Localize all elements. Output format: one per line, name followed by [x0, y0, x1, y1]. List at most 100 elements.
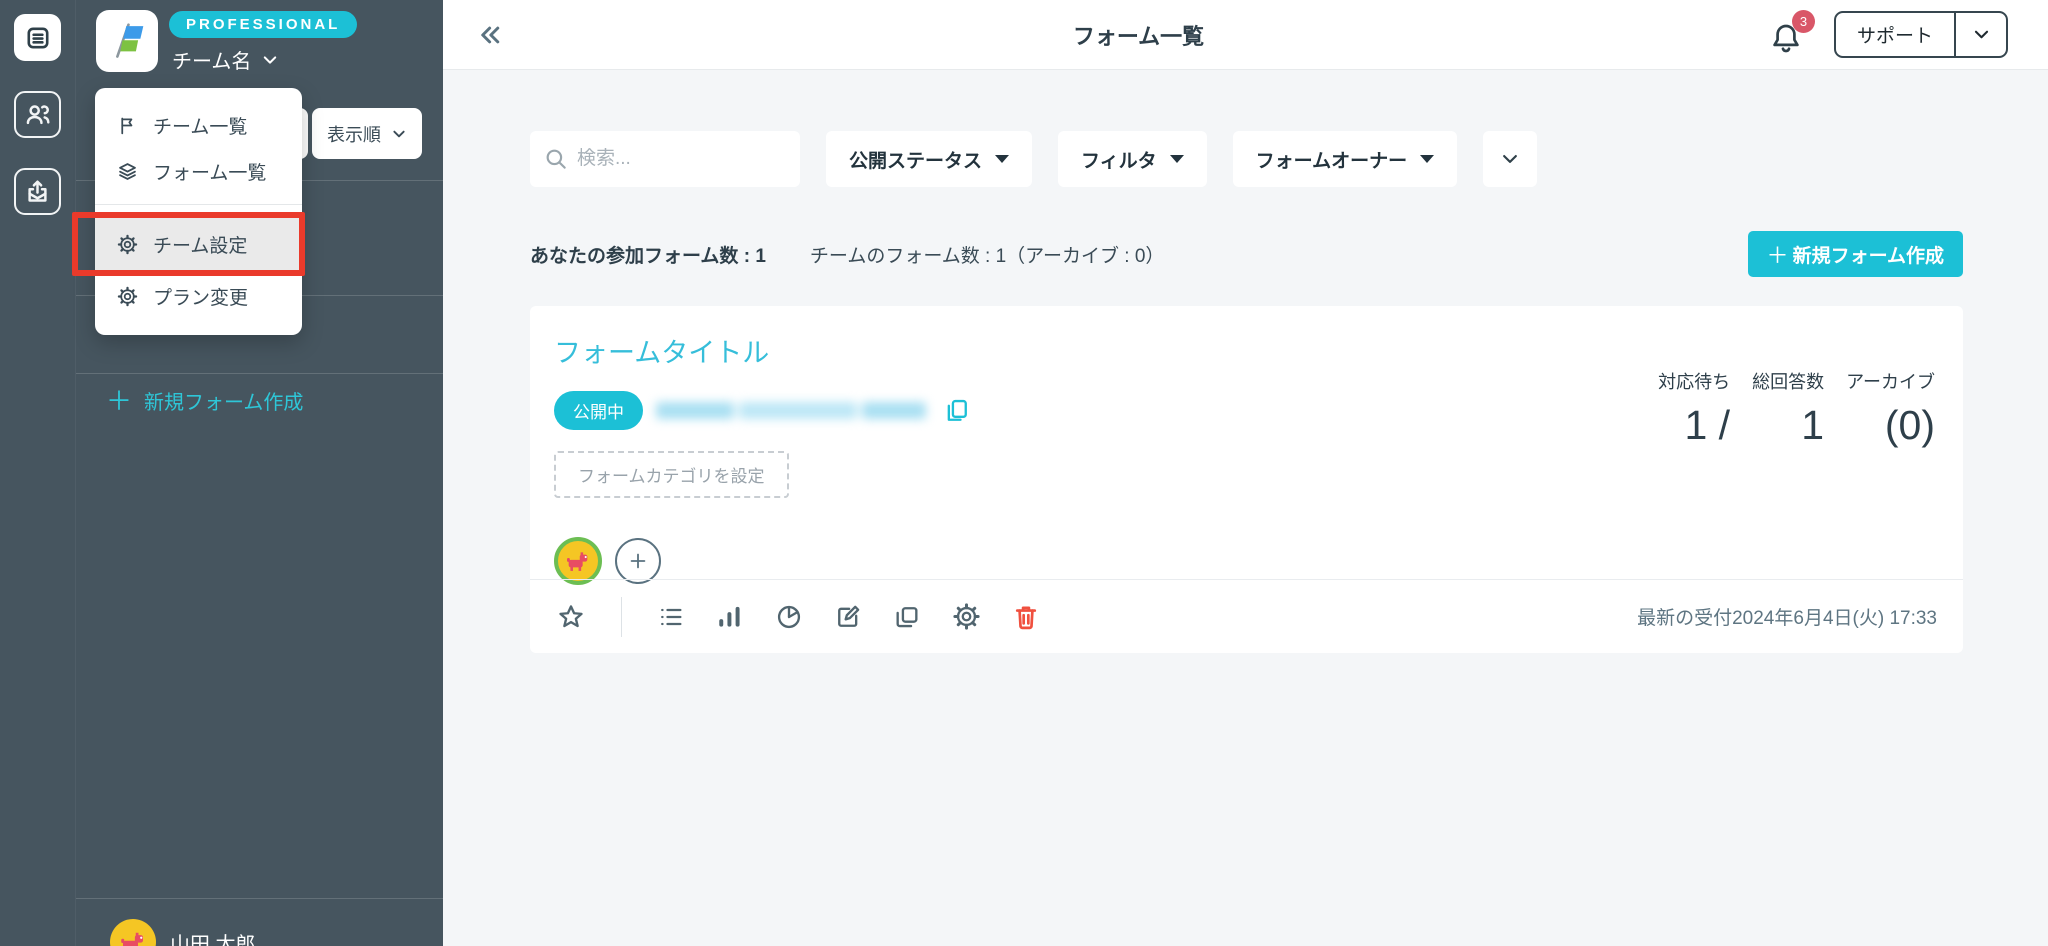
chevron-down-icon — [1972, 25, 1991, 44]
stat-label: 対応待ち — [1658, 368, 1730, 394]
plan-badge: PROFESSIONAL — [169, 11, 357, 38]
stat-archive: アーカイブ (0) — [1846, 368, 1935, 449]
menu-item-plan-change[interactable]: プラン変更 — [95, 273, 302, 319]
caret-down-icon — [1420, 155, 1434, 163]
team-name-label: チーム名 — [172, 45, 251, 74]
owner-filter-label: フォームオーナー — [1256, 146, 1407, 173]
set-category-button[interactable]: フォームカテゴリを設定 — [554, 451, 789, 498]
stat-label: 総回答数 — [1752, 368, 1824, 394]
menu-item-label: フォーム一覧 — [153, 158, 266, 185]
latest-response-timestamp: 最新の受付2024年6月4日(火) 17:33 — [1637, 603, 1937, 630]
form-title-link[interactable]: フォームタイトル — [554, 331, 1939, 370]
search-input[interactable] — [530, 131, 800, 187]
support-caret-section[interactable] — [1954, 13, 2006, 56]
team-name-dropdown[interactable]: チーム名 — [172, 45, 279, 74]
app-window: PROFESSIONAL チーム名 表示順 ＋ 新規フォーム作成 山田 太郎 — [0, 0, 2048, 946]
page-title: フォーム一覧 — [509, 19, 1768, 51]
copy-url-icon[interactable] — [943, 397, 971, 425]
form-list-icon[interactable] — [14, 14, 61, 61]
plus-icon: ＋ — [106, 388, 132, 414]
members-icon[interactable] — [14, 91, 61, 138]
stat-waiting: 対応待ち 1 / — [1658, 368, 1730, 449]
search-box — [530, 131, 800, 187]
sort-order-label: 表示順 — [327, 121, 381, 147]
sidebar-new-form-link[interactable]: ＋ 新規フォーム作成 — [106, 386, 303, 415]
stat-value: 1 — [1752, 402, 1824, 449]
filter-button[interactable]: フィルタ — [1058, 131, 1207, 187]
chevron-down-icon — [261, 51, 279, 69]
form-card-toolbar: 最新の受付2024年6月4日(火) 17:33 — [530, 579, 1963, 653]
plus-icon — [627, 550, 649, 572]
edit-icon[interactable] — [834, 603, 862, 631]
menu-item-team-list[interactable]: チーム一覧 — [95, 102, 302, 148]
chevron-down-icon — [391, 126, 407, 142]
filter-row: 公開ステータス フィルタ フォームオーナー — [530, 131, 1963, 187]
menu-item-label: チーム一覧 — [153, 112, 247, 139]
content: 公開ステータス フィルタ フォームオーナー あなたの参加フォーム数 : 1 — [443, 70, 2048, 653]
new-form-button[interactable]: ＋ 新規フォーム作成 — [1748, 231, 1963, 277]
pie-chart-icon[interactable] — [775, 603, 803, 631]
settings-gear-icon[interactable] — [952, 602, 981, 631]
icon-rail — [0, 0, 75, 946]
support-button[interactable]: サポート — [1834, 11, 2008, 58]
add-member-button[interactable] — [615, 538, 661, 584]
member-row — [554, 537, 1939, 585]
main-header: フォーム一覧 3 サポート — [443, 0, 2048, 70]
delete-trash-icon[interactable] — [1012, 603, 1040, 631]
team-dropdown-menu: チーム一覧 フォーム一覧 チーム設定 プラン変更 — [95, 88, 302, 335]
caret-down-icon — [1170, 155, 1184, 163]
duplicate-icon[interactable] — [893, 603, 921, 631]
menu-item-team-settings[interactable]: チーム設定 — [95, 215, 302, 273]
favorite-star-icon[interactable] — [556, 602, 586, 632]
header-right: 3 サポート — [1768, 11, 2008, 58]
gear-icon — [117, 234, 138, 255]
main-area: フォーム一覧 3 サポート — [443, 0, 2048, 946]
stat-total: 総回答数 1 — [1752, 368, 1824, 449]
team-forms-count: チームのフォーム数 : 1（アーカイブ : 0） — [810, 241, 1165, 268]
sort-order-button[interactable]: 表示順 — [312, 108, 422, 159]
gear-icon — [117, 286, 138, 307]
plus-icon: ＋ — [1767, 238, 1789, 270]
support-label: サポート — [1836, 13, 1954, 56]
notifications-button[interactable]: 3 — [1768, 12, 1808, 58]
menu-item-label: チーム設定 — [153, 231, 247, 258]
owner-filter-button[interactable]: フォームオーナー — [1233, 131, 1457, 187]
blurred-form-url — [656, 402, 926, 419]
status-filter-label: 公開ステータス — [849, 146, 982, 173]
member-avatar[interactable] — [554, 537, 602, 585]
formrun-logo[interactable] — [96, 10, 158, 72]
stat-label: アーカイブ — [1846, 368, 1935, 394]
filter-label: フィルタ — [1081, 146, 1157, 173]
joined-forms-count: あなたの参加フォーム数 : 1 — [530, 241, 766, 268]
form-card-stats: 対応待ち 1 / 総回答数 1 アーカイブ (0) — [1658, 368, 1935, 449]
notification-count-badge: 3 — [1792, 10, 1815, 33]
search-icon — [543, 146, 569, 172]
status-filter-button[interactable]: 公開ステータス — [826, 131, 1032, 187]
sidebar-divider — [76, 898, 443, 899]
menu-divider — [95, 204, 302, 205]
form-card: フォームタイトル 公開中 フォームカテゴリを設定 — [530, 306, 1963, 653]
form-card-body: フォームタイトル 公開中 フォームカテゴリを設定 — [530, 306, 1963, 610]
toolbar-divider — [621, 597, 622, 637]
menu-item-label: プラン変更 — [153, 283, 248, 310]
layers-icon — [117, 161, 138, 182]
user-name: 山田 太郎 — [170, 928, 256, 946]
user-avatar — [110, 919, 156, 946]
current-user[interactable]: 山田 太郎 — [110, 919, 256, 946]
flag-icon — [117, 115, 138, 136]
menu-item-form-list[interactable]: フォーム一覧 — [95, 148, 302, 194]
new-form-button-label: 新規フォーム作成 — [1793, 241, 1944, 268]
stat-value: (0) — [1846, 402, 1935, 449]
chevron-down-icon — [1500, 149, 1520, 169]
bar-chart-icon[interactable] — [716, 603, 744, 631]
sidebar-divider — [76, 373, 443, 374]
stat-value: 1 / — [1658, 402, 1730, 449]
export-mail-icon[interactable] — [14, 168, 61, 215]
more-filters-button[interactable] — [1483, 131, 1537, 187]
double-chevron-left-icon — [474, 20, 504, 50]
collapse-sidebar-button[interactable] — [469, 15, 509, 55]
stats-row: あなたの参加フォーム数 : 1 チームのフォーム数 : 1（アーカイブ : 0）… — [530, 231, 1963, 277]
caret-down-icon — [995, 155, 1009, 163]
new-form-link-label: 新規フォーム作成 — [144, 386, 303, 415]
answers-list-icon[interactable] — [657, 603, 685, 631]
